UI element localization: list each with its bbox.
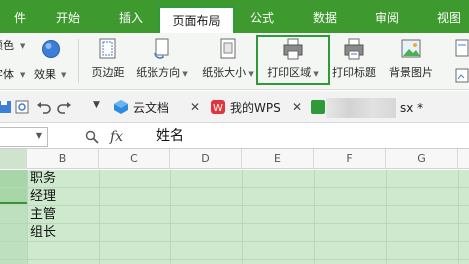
- menu-item-partial[interactable]: 件: [0, 8, 26, 28]
- wps-spreadsheet-window: 件 开始 插入 页面布局 公式 数据 审阅 视图 颜色 ▼ 字体 ▼ 效果 ▼: [0, 0, 469, 264]
- undo-icon[interactable]: [36, 99, 52, 115]
- tab-data[interactable]: 数据: [313, 8, 337, 28]
- orientation-button[interactable]: 纸张方向 ▼: [132, 33, 192, 90]
- partial-ribbon-icon[interactable]: [455, 39, 469, 59]
- svg-text:W: W: [213, 103, 223, 114]
- theme-fonts-label: 字体: [0, 68, 14, 81]
- cell-b3[interactable]: 经理: [30, 188, 56, 206]
- cell-b5[interactable]: 组长: [30, 224, 56, 242]
- column-header-g[interactable]: G: [386, 149, 458, 169]
- theme-effects-button[interactable]: 效果 ▼: [34, 33, 72, 90]
- tab-formulas[interactable]: 公式: [250, 8, 274, 28]
- chevron-down-icon[interactable]: ▼: [36, 131, 42, 140]
- print-area-button[interactable]: 打印区域 ▼: [259, 33, 327, 90]
- insert-function-button[interactable]: fx: [110, 128, 123, 146]
- column-header-d[interactable]: D: [170, 149, 242, 169]
- cloud-docs-icon: [114, 100, 128, 114]
- background-image-label: 背景图片: [389, 66, 433, 79]
- print-titles-button[interactable]: 打印标题: [329, 33, 379, 90]
- tab-cloud-docs[interactable]: 云文档: [133, 98, 169, 118]
- cell-b4[interactable]: 主管: [30, 206, 56, 224]
- print-area-label: 打印区域 ▼: [267, 66, 319, 79]
- row-header-corner[interactable]: [0, 149, 27, 169]
- grid-line: [458, 170, 459, 264]
- print-titles-icon: [344, 38, 364, 60]
- orientation-label: 纸张方向 ▼: [136, 66, 188, 79]
- column-header-e[interactable]: E: [242, 149, 314, 169]
- background-image-button[interactable]: 背景图片: [385, 33, 437, 90]
- theme-fonts-button[interactable]: 字体 ▼: [0, 68, 30, 84]
- theme-colors-button[interactable]: 颜色 ▼: [0, 39, 30, 55]
- chevron-down-icon: ▼: [246, 70, 254, 78]
- chevron-down-icon: ▼: [180, 70, 188, 78]
- ribbon-page-layout: 颜色 ▼ 字体 ▼ 效果 ▼ 页边距: [0, 33, 469, 90]
- paper-size-icon: [220, 38, 236, 59]
- grid-line: [99, 170, 100, 264]
- chevron-down-icon[interactable]: ▼: [93, 100, 100, 110]
- grid-line: [170, 170, 171, 264]
- margins-icon: [99, 38, 116, 59]
- grid-line: [0, 187, 469, 188]
- margins-label: 页边距: [91, 66, 125, 79]
- spreadsheet-file-icon: [311, 100, 325, 114]
- ribbon-separator: [78, 39, 79, 83]
- paper-size-label: 纸张大小 ▼: [202, 66, 254, 79]
- tab-page-layout[interactable]: 页面布局: [158, 6, 235, 36]
- grid-line: [0, 241, 469, 242]
- tab-view[interactable]: 视图: [437, 8, 461, 28]
- chevron-down-icon: ▼: [61, 71, 67, 79]
- partial-ribbon-icon[interactable]: [455, 68, 469, 84]
- grid-line: [314, 170, 315, 264]
- margins-button[interactable]: 页边距: [86, 33, 130, 90]
- chevron-down-icon: ▼: [311, 70, 319, 78]
- chevron-down-icon: ▼: [20, 42, 26, 50]
- theme-effects-label: 效果: [34, 68, 56, 81]
- grid-line: [0, 223, 469, 224]
- quick-access-bar: ▼ 云文档 ✕ W 我的WPS ✕ sx *: [0, 91, 469, 123]
- effects-circle-icon: [42, 40, 60, 58]
- menu-bar: 件 开始 插入 页面布局 公式 数据 审阅 视图: [0, 0, 469, 36]
- theme-colors-label: 颜色: [0, 39, 14, 52]
- tab-current-document[interactable]: sx *: [400, 98, 423, 118]
- formula-bar: ▼ fx 姓名: [0, 124, 469, 149]
- grid-line: [27, 170, 28, 264]
- search-icon[interactable]: [85, 130, 99, 144]
- close-icon[interactable]: ✕: [292, 100, 302, 114]
- print-area-icon: [283, 38, 303, 60]
- print-titles-label: 打印标题: [332, 66, 376, 79]
- column-headers: B C D E F G: [0, 149, 469, 169]
- tab-insert[interactable]: 插入: [119, 8, 143, 28]
- tab-review[interactable]: 审阅: [375, 8, 399, 28]
- column-header-c[interactable]: C: [99, 149, 170, 169]
- cell-b2[interactable]: 职务: [30, 170, 56, 188]
- filename-blurred: [326, 98, 396, 118]
- tab-home[interactable]: 开始: [56, 8, 80, 28]
- name-box[interactable]: ▼: [0, 127, 48, 147]
- formula-value[interactable]: 姓名: [156, 127, 184, 145]
- background-image-icon: [401, 39, 421, 58]
- grid-line: [242, 170, 243, 264]
- column-header-b[interactable]: B: [27, 149, 99, 169]
- close-icon[interactable]: ✕: [190, 100, 200, 114]
- grid-line: [386, 170, 387, 264]
- grid-line: [0, 259, 469, 260]
- print-preview-icon[interactable]: [14, 99, 30, 115]
- tab-my-wps[interactable]: 我的WPS: [230, 98, 281, 118]
- paper-size-button[interactable]: 纸张大小 ▼: [201, 33, 255, 90]
- page-orientation-icon: [154, 38, 169, 59]
- chevron-down-icon: ▼: [20, 71, 26, 79]
- wps-logo-icon: W: [211, 100, 225, 114]
- grid-line: [0, 205, 469, 206]
- redo-icon[interactable]: [56, 99, 72, 115]
- worksheet-grid[interactable]: 职务 经理 主管 组长: [0, 170, 469, 264]
- save-icon[interactable]: [0, 99, 13, 115]
- column-header-f[interactable]: F: [314, 149, 386, 169]
